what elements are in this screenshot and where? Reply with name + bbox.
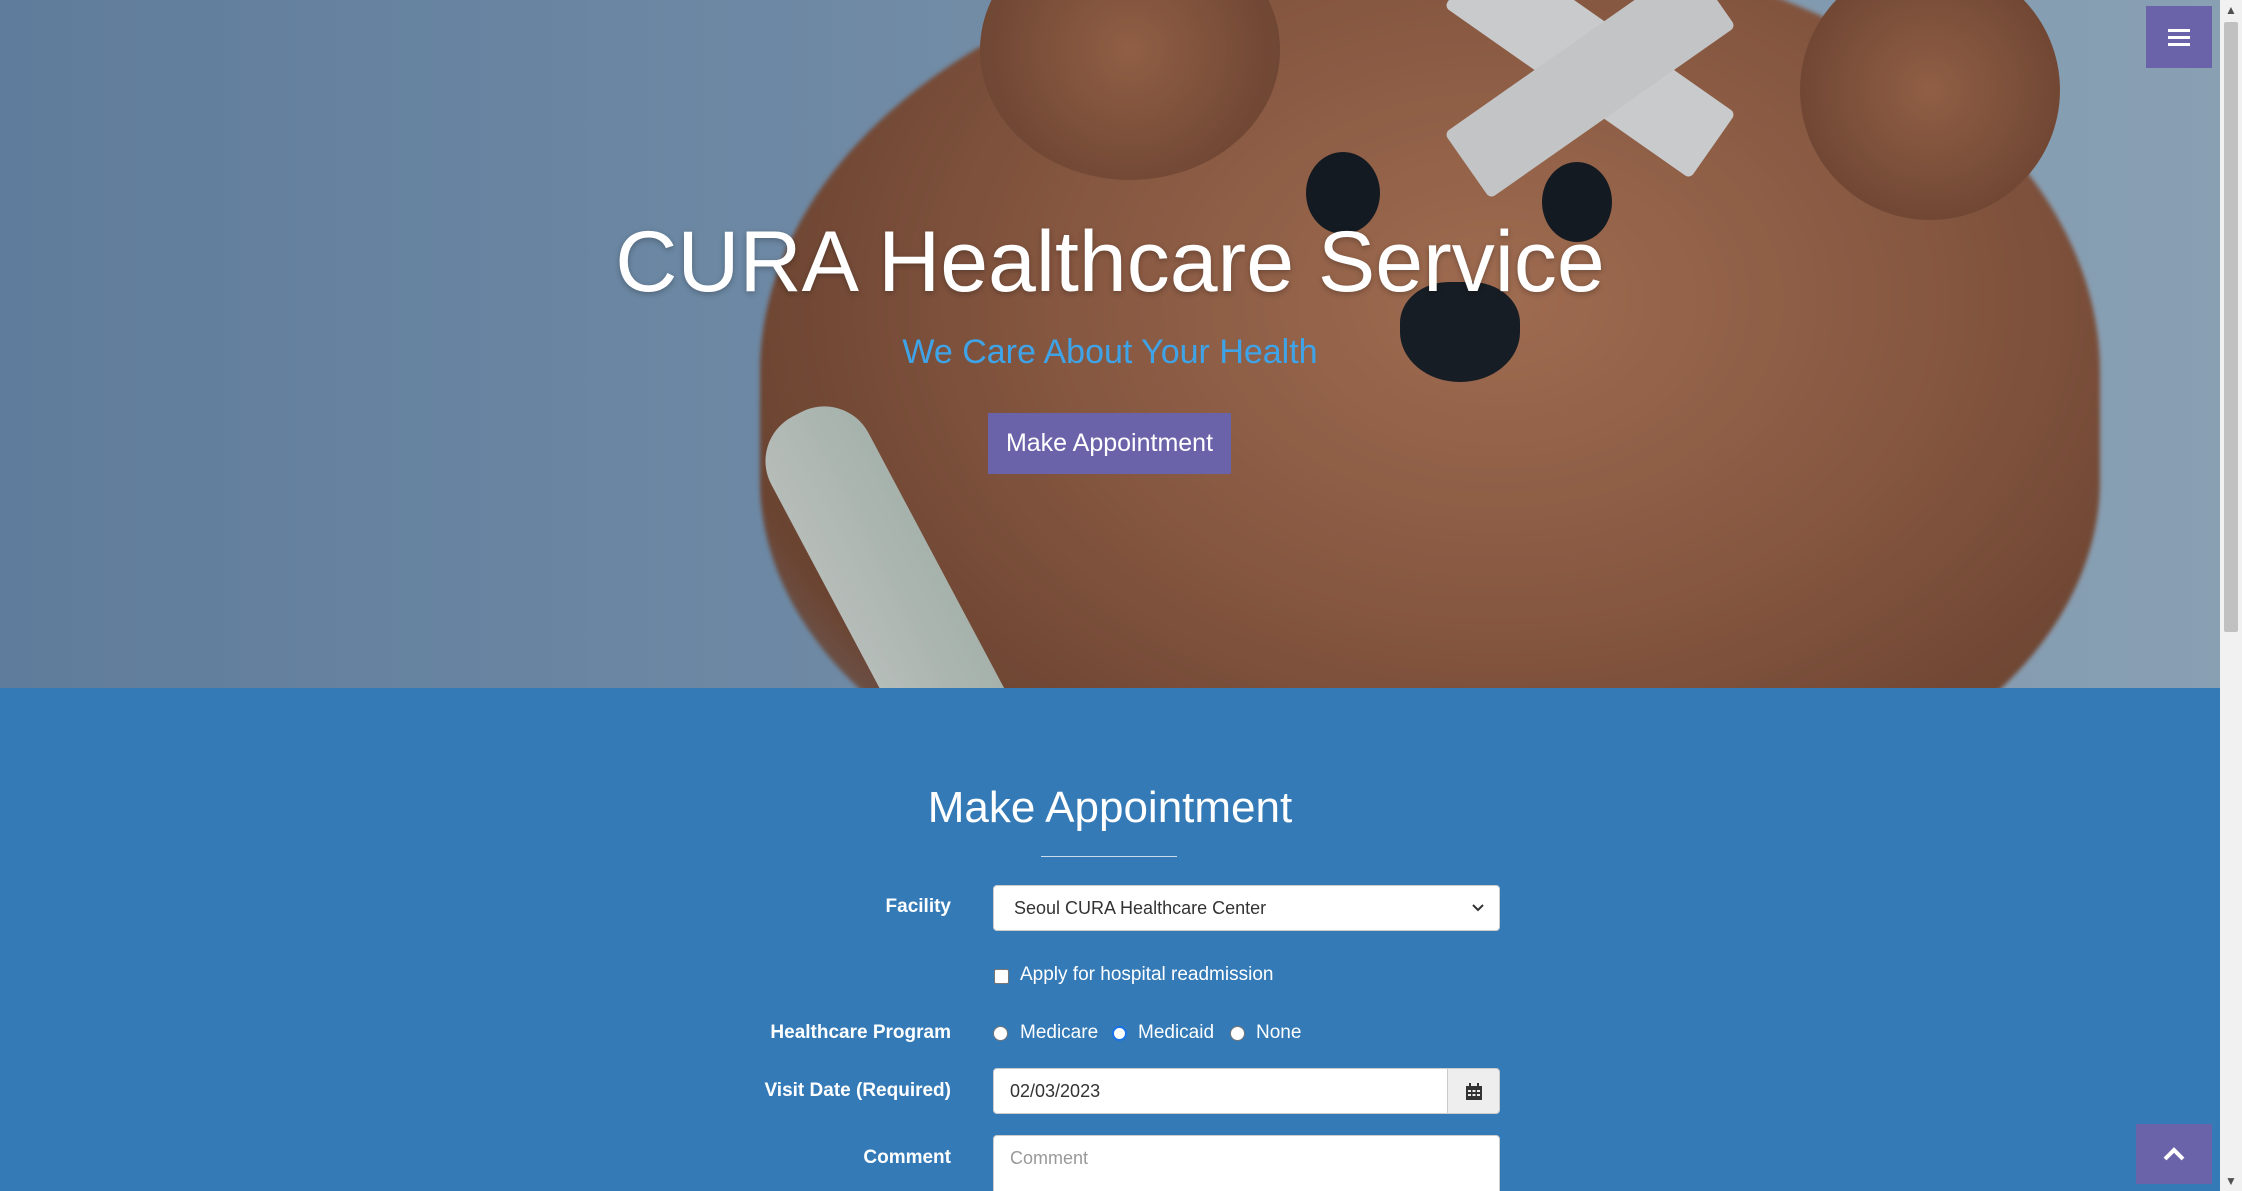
facility-selected-value: Seoul CURA Healthcare Center	[1014, 898, 1267, 918]
chevron-up-icon	[2163, 1147, 2185, 1161]
page: CURA Healthcare Service We Care About Yo…	[0, 0, 2242, 1191]
appointment-section: Make Appointment Facility Seoul CURA Hea…	[0, 688, 2220, 1191]
facility-select[interactable]: Seoul CURA Healthcare Center	[993, 885, 1500, 931]
calendar-button[interactable]	[1447, 1068, 1500, 1114]
visit-date-label: Visit Date (Required)	[764, 1080, 951, 1101]
menu-toggle-button[interactable]	[2146, 6, 2212, 68]
scrollbar-thumb[interactable]	[2224, 22, 2238, 632]
radio-none[interactable]	[1230, 1026, 1245, 1041]
readmission-checkbox[interactable]	[994, 969, 1009, 984]
chevron-down-icon	[1471, 886, 1485, 948]
comment-textarea[interactable]: Comment	[993, 1135, 1500, 1191]
scroll-down-arrow-icon[interactable]: ▼	[2220, 1171, 2242, 1191]
radio-medicare[interactable]	[993, 1026, 1008, 1041]
facility-label: Facility	[885, 896, 951, 917]
hero-title: CURA Healthcare Service	[615, 214, 1605, 310]
healthcare-program-label: Healthcare Program	[770, 1022, 951, 1043]
radio-medicaid-label[interactable]: Medicaid	[1138, 1022, 1214, 1044]
hero-section: CURA Healthcare Service We Care About Yo…	[0, 0, 2220, 688]
vertical-scrollbar[interactable]: ▲ ▼	[2220, 0, 2242, 1191]
section-title: Make Appointment	[927, 783, 1293, 832]
radio-none-label[interactable]: None	[1256, 1022, 1301, 1044]
radio-medicaid[interactable]	[1112, 1026, 1127, 1041]
comment-label: Comment	[863, 1147, 951, 1168]
radio-medicare-label[interactable]: Medicare	[1020, 1022, 1098, 1044]
hero-subtitle: We Care About Your Health	[902, 333, 1318, 371]
scroll-up-arrow-icon[interactable]: ▲	[2220, 0, 2242, 20]
readmission-label[interactable]: Apply for hospital readmission	[1020, 964, 1273, 986]
calendar-icon	[1466, 1083, 1482, 1100]
make-appointment-button[interactable]: Make Appointment	[988, 413, 1231, 474]
visit-date-input[interactable]: 02/03/2023	[993, 1068, 1448, 1114]
hamburger-menu-icon	[2152, 28, 2206, 46]
title-divider	[1041, 856, 1177, 857]
back-to-top-button[interactable]	[2136, 1124, 2212, 1184]
